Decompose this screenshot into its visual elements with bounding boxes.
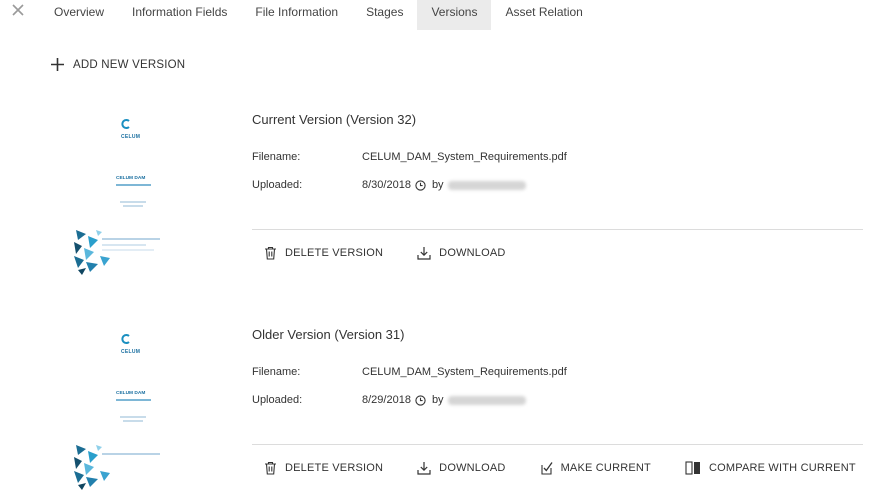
uploaded-label: Uploaded: [252, 179, 303, 191]
divider [252, 229, 863, 230]
compare-with-current-button[interactable]: COMPARE WITH CURRENT [685, 461, 856, 475]
celum-logo-icon [121, 119, 130, 129]
thumbnail-doc-title: CELUM DAM [116, 176, 146, 181]
tab-bar: Overview Information Fields File Informa… [40, 0, 597, 30]
filename-label: Filename: [252, 366, 301, 378]
checkbox-icon [541, 462, 553, 475]
thumbnail-text-line [120, 201, 146, 203]
tab-file-information[interactable]: File Information [241, 0, 352, 30]
version-card-older: CELUM CELUM DAM Older Version (Version 3… [0, 315, 891, 501]
thumbnail-text-line [102, 244, 146, 246]
version-thumbnail[interactable]: CELUM CELUM DAM [62, 110, 172, 280]
uploaded-label: Uploaded: [252, 394, 303, 406]
clock-icon[interactable] [415, 179, 426, 191]
trash-icon [265, 246, 276, 260]
divider [252, 444, 863, 445]
delete-version-button[interactable]: DELETE VERSION [264, 246, 383, 260]
thumbnail-logo-text: CELUM [121, 349, 141, 355]
thumbnail-text-line [120, 416, 146, 418]
tab-stages[interactable]: Stages [352, 0, 417, 30]
filename-value: CELUM_DAM_System_Requirements.pdf [362, 366, 567, 378]
thumbnail-subtitle-line [116, 399, 151, 401]
uploaded-value: 8/29/2018 by [362, 394, 526, 406]
download-button[interactable]: DOWNLOAD [417, 461, 505, 475]
uploader-name-redacted [447, 395, 526, 405]
close-icon[interactable] [11, 3, 27, 19]
thumbnail-logo-text: CELUM [121, 134, 141, 140]
thumbnail-text-line [123, 205, 143, 207]
delete-version-button[interactable]: DELETE VERSION [264, 461, 383, 475]
filename-value: CELUM_DAM_System_Requirements.pdf [362, 151, 567, 163]
tab-versions[interactable]: Versions [417, 0, 492, 30]
tab-overview[interactable]: Overview [40, 0, 118, 30]
download-icon [417, 247, 431, 260]
version-thumbnail[interactable]: CELUM CELUM DAM [62, 325, 172, 495]
uploaded-date: 8/30/2018 [362, 179, 411, 191]
tab-asset-relation[interactable]: Asset Relation [491, 0, 596, 30]
uploaded-date: 8/29/2018 [362, 394, 411, 406]
delete-version-label: DELETE VERSION [285, 247, 384, 259]
thumbnail-decoration-icon [74, 445, 110, 490]
thumbnail-text-line [123, 420, 143, 422]
download-icon [417, 462, 431, 475]
download-label: DOWNLOAD [439, 247, 506, 259]
tab-information-fields[interactable]: Information Fields [118, 0, 241, 30]
thumbnail-decoration-icon [74, 230, 110, 275]
make-current-button[interactable]: MAKE CURRENT [540, 461, 651, 475]
version-card-current: CELUM CELUM DAM Current Version (Version… [0, 100, 891, 300]
delete-version-label: DELETE VERSION [285, 462, 384, 474]
filename-label: Filename: [252, 151, 301, 163]
add-new-version-button[interactable]: ADD NEW VERSION [51, 58, 185, 71]
celum-logo-icon [121, 334, 130, 344]
compare-with-current-label: COMPARE WITH CURRENT [708, 462, 856, 474]
clock-icon[interactable] [415, 394, 426, 406]
thumbnail-text-line [102, 453, 160, 455]
thumbnail-doc-title: CELUM DAM [116, 391, 146, 396]
download-label: DOWNLOAD [439, 462, 506, 474]
uploaded-by-label: by [431, 394, 444, 406]
uploaded-by-label: by [431, 179, 444, 191]
thumbnail-text-line [102, 249, 154, 251]
uploaded-value: 8/30/2018 by [362, 179, 526, 191]
version-actions: DELETE VERSION DOWNLOAD [264, 246, 540, 260]
thumbnail-subtitle-line [116, 184, 151, 186]
version-title: Older Version (Version 31) [252, 327, 405, 342]
version-actions: DELETE VERSION DOWNLOAD MAKE CURRENT COM… [264, 461, 890, 475]
plus-icon [51, 58, 64, 71]
thumbnail-text-line [102, 238, 160, 240]
uploader-name-redacted [447, 180, 526, 190]
make-current-label: MAKE CURRENT [560, 462, 651, 474]
trash-icon [265, 461, 276, 475]
download-button[interactable]: DOWNLOAD [417, 246, 505, 260]
version-title: Current Version (Version 32) [252, 112, 417, 127]
add-new-version-label: ADD NEW VERSION [73, 58, 186, 71]
compare-icon [685, 461, 700, 475]
